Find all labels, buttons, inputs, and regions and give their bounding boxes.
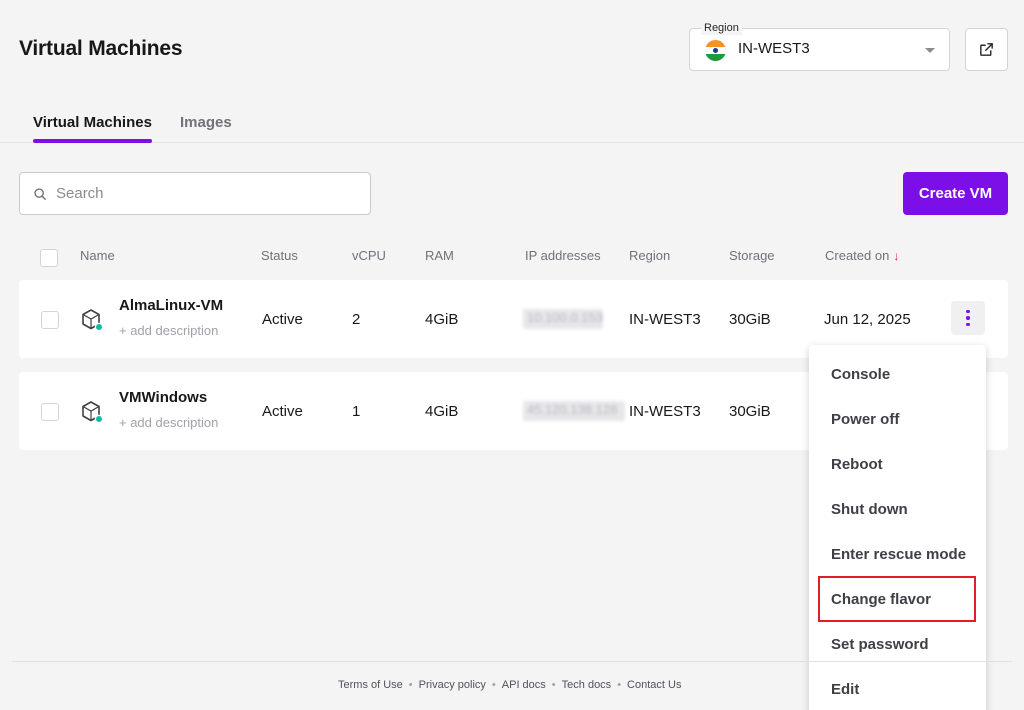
vm-region: IN-WEST3 (629, 403, 701, 420)
chevron-down-icon (925, 48, 935, 53)
column-header-status[interactable]: Status (261, 248, 298, 263)
column-header-storage[interactable]: Storage (729, 248, 775, 263)
vm-status: Active (262, 403, 303, 420)
menu-item-shut-down[interactable]: Shut down (831, 501, 908, 518)
highlight-box (818, 576, 976, 622)
region-value: IN-WEST3 (738, 40, 810, 57)
create-vm-button[interactable]: Create VM (903, 172, 1008, 215)
column-header-ram[interactable]: RAM (425, 248, 454, 263)
search-box[interactable] (19, 172, 371, 215)
tab-virtual-machines[interactable]: Virtual Machines (33, 114, 152, 143)
footer: Terms of Use • Privacy policy • API docs… (338, 679, 681, 691)
column-header-ip[interactable]: IP addresses (525, 248, 601, 263)
footer-separator: • (617, 679, 622, 691)
footer-link-api-docs[interactable]: API docs (502, 679, 546, 691)
menu-item-reboot[interactable]: Reboot (831, 456, 883, 473)
vm-ip-address: 10.100.0.153 (523, 309, 603, 329)
search-icon (34, 188, 46, 200)
menu-item-power-off[interactable]: Power off (831, 411, 899, 428)
row-checkbox[interactable] (41, 403, 59, 421)
footer-link-tech-docs[interactable]: Tech docs (562, 679, 612, 691)
vm-cube-icon (82, 401, 103, 424)
row-actions-menu: Console Power off Reboot Shut down Enter… (809, 345, 986, 710)
vm-ram: 4GiB (425, 403, 459, 420)
footer-link-contact[interactable]: Contact Us (627, 679, 681, 691)
column-header-created-label: Created on (825, 248, 890, 263)
menu-item-console[interactable]: Console (831, 366, 890, 383)
vm-name[interactable]: AlmaLinux-VM (119, 297, 223, 314)
search-input[interactable] (56, 173, 356, 214)
menu-item-rescue-mode[interactable]: Enter rescue mode (831, 546, 966, 563)
tab-images[interactable]: Images (180, 114, 232, 131)
footer-link-privacy[interactable]: Privacy policy (419, 679, 486, 691)
column-header-region[interactable]: Region (629, 248, 670, 263)
vm-created-on: Jun 12, 2025 (824, 311, 911, 328)
vm-ram: 4GiB (425, 311, 459, 328)
vm-status: Active (262, 311, 303, 328)
kebab-dot (966, 316, 970, 320)
vm-vcpu: 1 (352, 403, 361, 420)
region-select[interactable]: Region IN-WEST3 (689, 21, 950, 71)
open-external-button[interactable] (965, 28, 1008, 71)
vm-region: IN-WEST3 (629, 311, 701, 328)
region-label: Region (701, 21, 742, 35)
kebab-dot (966, 322, 970, 327)
vm-cube-icon (82, 309, 103, 332)
menu-item-edit[interactable]: Edit (831, 681, 859, 698)
vm-vcpu: 2 (352, 311, 361, 328)
table-header: Name Status vCPU RAM IP addresses Region… (19, 240, 1008, 272)
row-checkbox[interactable] (41, 311, 59, 329)
page-title: Virtual Machines (19, 37, 183, 60)
footer-link-terms[interactable]: Terms of Use (338, 679, 403, 691)
select-all-checkbox[interactable] (40, 249, 58, 267)
footer-separator: • (551, 679, 556, 691)
footer-separator: • (408, 679, 413, 691)
menu-item-set-password[interactable]: Set password (831, 636, 929, 653)
vm-storage: 30GiB (729, 403, 771, 420)
column-header-name[interactable]: Name (80, 248, 115, 263)
external-link-icon (980, 43, 993, 56)
india-flag-icon (705, 40, 726, 61)
column-header-created[interactable]: Created on ↓ (825, 248, 899, 263)
kebab-dot (966, 309, 970, 314)
row-actions-button[interactable] (951, 301, 985, 335)
vm-storage: 30GiB (729, 311, 771, 328)
sort-down-icon: ↓ (893, 249, 900, 263)
vm-name[interactable]: VMWindows (119, 389, 207, 406)
footer-divider (12, 661, 1012, 662)
add-description-link[interactable]: + add description (119, 415, 218, 430)
footer-separator: • (491, 679, 496, 691)
vm-ip-address: 45.120.138.128 (523, 401, 625, 421)
column-header-vcpu[interactable]: vCPU (352, 248, 386, 263)
tab-bar: Virtual Machines Images (0, 100, 1024, 143)
add-description-link[interactable]: + add description (119, 323, 218, 338)
